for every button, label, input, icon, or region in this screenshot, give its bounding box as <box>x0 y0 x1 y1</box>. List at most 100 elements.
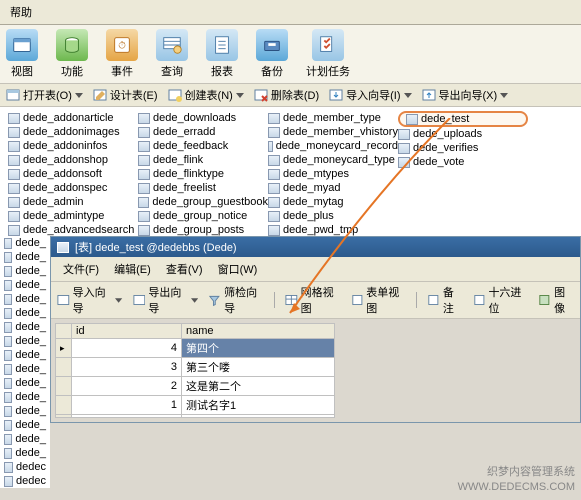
open-table-button[interactable]: 打开表(O) <box>6 87 83 103</box>
table-item[interactable]: dede_ <box>0 278 50 292</box>
row-header-corner[interactable] <box>56 324 72 339</box>
import-wizard-button[interactable]: 导入向导(I) <box>329 87 411 103</box>
export-wizard-button[interactable]: 导出向导(X) <box>422 87 509 103</box>
table-item[interactable]: dede_ <box>0 236 50 250</box>
tool-view[interactable]: 视图 <box>6 29 38 79</box>
table-item[interactable]: dede_ <box>0 348 50 362</box>
table-row[interactable]: 3第三个喽 <box>56 358 335 377</box>
table-item[interactable]: dede_member_type <box>268 111 398 125</box>
table-item[interactable]: dede_addonshop <box>8 153 138 167</box>
table-item[interactable]: dede_advancedsearch <box>8 223 138 237</box>
table-item[interactable]: dede_pwd_tmp <box>268 223 398 237</box>
table-item[interactable]: dede_moneycard_record <box>268 139 398 153</box>
table-item[interactable]: dede_group_guestbook <box>138 195 268 209</box>
event-icon: ⏱ <box>106 29 138 61</box>
table-row[interactable]: 4第四个 <box>56 339 335 358</box>
table-item[interactable]: dede_feedback <box>138 139 268 153</box>
table-item[interactable]: dede_ <box>0 334 50 348</box>
menu-window[interactable]: 窗口(W) <box>212 259 264 279</box>
cell-id[interactable]: 4 <box>72 339 182 358</box>
cell-id[interactable]: 3 <box>72 358 182 377</box>
child-gridview-button[interactable]: 网格视图 <box>285 284 341 316</box>
table-item[interactable]: dede_ <box>0 404 50 418</box>
tool-report[interactable]: 报表 <box>206 29 238 79</box>
child-filter-button[interactable]: 筛检向导 <box>208 284 264 316</box>
table-item[interactable]: dede_plus <box>268 209 398 223</box>
cell-name[interactable]: 第三个喽 <box>182 358 335 377</box>
table-item[interactable]: dede_addonarticle <box>8 111 138 125</box>
table-item[interactable]: dede_mytag <box>268 195 398 209</box>
table-item[interactable]: dede_uploads <box>398 127 528 141</box>
table-item[interactable]: dede_group_notice <box>138 209 268 223</box>
menu-view[interactable]: 查看(V) <box>160 259 209 279</box>
tool-backup[interactable]: 备份 <box>256 29 288 79</box>
cell-name[interactable]: 这是第二个 <box>182 377 335 396</box>
data-grid[interactable]: id name 4第四个3第三个喽2这是第二个1测试名字1 <box>55 323 335 418</box>
child-window-titlebar[interactable]: [表] dede_test @dedebbs (Dede) <box>51 237 580 257</box>
tool-query[interactable]: 查询 <box>156 29 188 79</box>
table-item[interactable]: dede_group_posts <box>138 223 268 237</box>
table-item[interactable]: dede_addonimages <box>8 125 138 139</box>
table-item[interactable]: dede_ <box>0 390 50 404</box>
tool-schedule[interactable]: 计划任务 <box>306 29 350 79</box>
table-item[interactable]: dede_ <box>0 376 50 390</box>
table-item[interactable]: dedec <box>0 460 50 474</box>
table-item[interactable]: dede_ <box>0 250 50 264</box>
child-hex-button[interactable]: 十六进位 <box>473 284 529 316</box>
row-header[interactable] <box>56 358 72 377</box>
cell-name[interactable]: 测试名字1 <box>182 396 335 415</box>
child-formview-button[interactable]: 表单视图 <box>351 284 407 316</box>
row-header[interactable] <box>56 377 72 396</box>
design-table-button[interactable]: 设计表(E) <box>93 87 158 103</box>
menu-file[interactable]: 文件(F) <box>57 259 105 279</box>
row-header[interactable] <box>56 396 72 415</box>
row-header[interactable] <box>56 339 72 358</box>
tool-event[interactable]: ⏱ 事件 <box>106 29 138 79</box>
table-item[interactable]: dede_addonsoft <box>8 167 138 181</box>
menu-edit[interactable]: 编辑(E) <box>108 259 157 279</box>
create-table-button[interactable]: 创建表(N) <box>168 87 244 103</box>
table-item[interactable]: dede_ <box>0 362 50 376</box>
child-import-button[interactable]: 导入向导 <box>57 284 123 316</box>
table-item[interactable]: dedec <box>0 474 50 488</box>
table-item[interactable]: dede_addonspec <box>8 181 138 195</box>
table-item[interactable]: dede_myad <box>268 181 398 195</box>
table-item[interactable]: dede_flinktype <box>138 167 268 181</box>
table-item[interactable]: dede_mtypes <box>268 167 398 181</box>
table-item[interactable]: dede_flink <box>138 153 268 167</box>
column-header-name[interactable]: name <box>182 324 335 339</box>
tool-report-label: 报表 <box>211 63 233 79</box>
table-item[interactable]: dede_ <box>0 320 50 334</box>
child-export-button[interactable]: 导出向导 <box>133 284 199 316</box>
table-item[interactable]: dede_admintype <box>8 209 138 223</box>
cell-name[interactable]: 第四个 <box>182 339 335 358</box>
table-item[interactable]: dede_test <box>398 111 528 127</box>
table-row-empty[interactable] <box>56 415 335 418</box>
table-item[interactable]: dede_freelist <box>138 181 268 195</box>
tool-func[interactable]: 功能 <box>56 29 88 79</box>
delete-table-button[interactable]: 删除表(D) <box>254 87 319 103</box>
table-item[interactable]: dede_member_vhistory <box>268 125 398 139</box>
table-item[interactable]: dede_downloads <box>138 111 268 125</box>
table-item[interactable]: dede_admin <box>8 195 138 209</box>
table-item[interactable]: dede_addoninfos <box>8 139 138 153</box>
cell-id[interactable]: 2 <box>72 377 182 396</box>
cell-id[interactable]: 1 <box>72 396 182 415</box>
table-row[interactable]: 1测试名字1 <box>56 396 335 415</box>
table-item[interactable]: dede_moneycard_type <box>268 153 398 167</box>
column-header-id[interactable]: id <box>72 324 182 339</box>
table-row[interactable]: 2这是第二个 <box>56 377 335 396</box>
table-item[interactable]: dede_erradd <box>138 125 268 139</box>
table-item[interactable]: dede_verifies <box>398 141 528 155</box>
table-item[interactable]: dede_ <box>0 446 50 460</box>
menu-help[interactable]: 帮助 <box>6 2 36 22</box>
table-item[interactable]: dede_ <box>0 432 50 446</box>
table-item[interactable]: dede_ <box>0 306 50 320</box>
child-image-button[interactable]: 图像 <box>538 284 574 316</box>
table-item[interactable]: dede_ <box>0 418 50 432</box>
table-item[interactable]: dede_vote <box>398 155 528 169</box>
table-item[interactable]: dede_ <box>0 264 50 278</box>
child-memo-button[interactable]: 备注 <box>427 284 463 316</box>
child-menubar: 文件(F) 编辑(E) 查看(V) 窗口(W) <box>51 257 580 282</box>
table-item[interactable]: dede_ <box>0 292 50 306</box>
